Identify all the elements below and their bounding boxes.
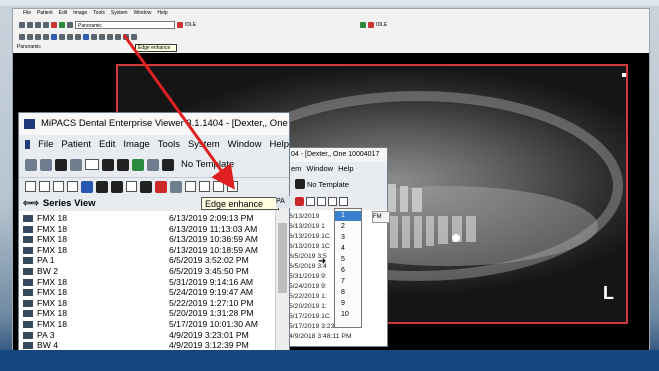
annotation-arrow (122, 34, 235, 190)
arrow-line (122, 34, 235, 190)
bottom-banner (0, 350, 659, 371)
